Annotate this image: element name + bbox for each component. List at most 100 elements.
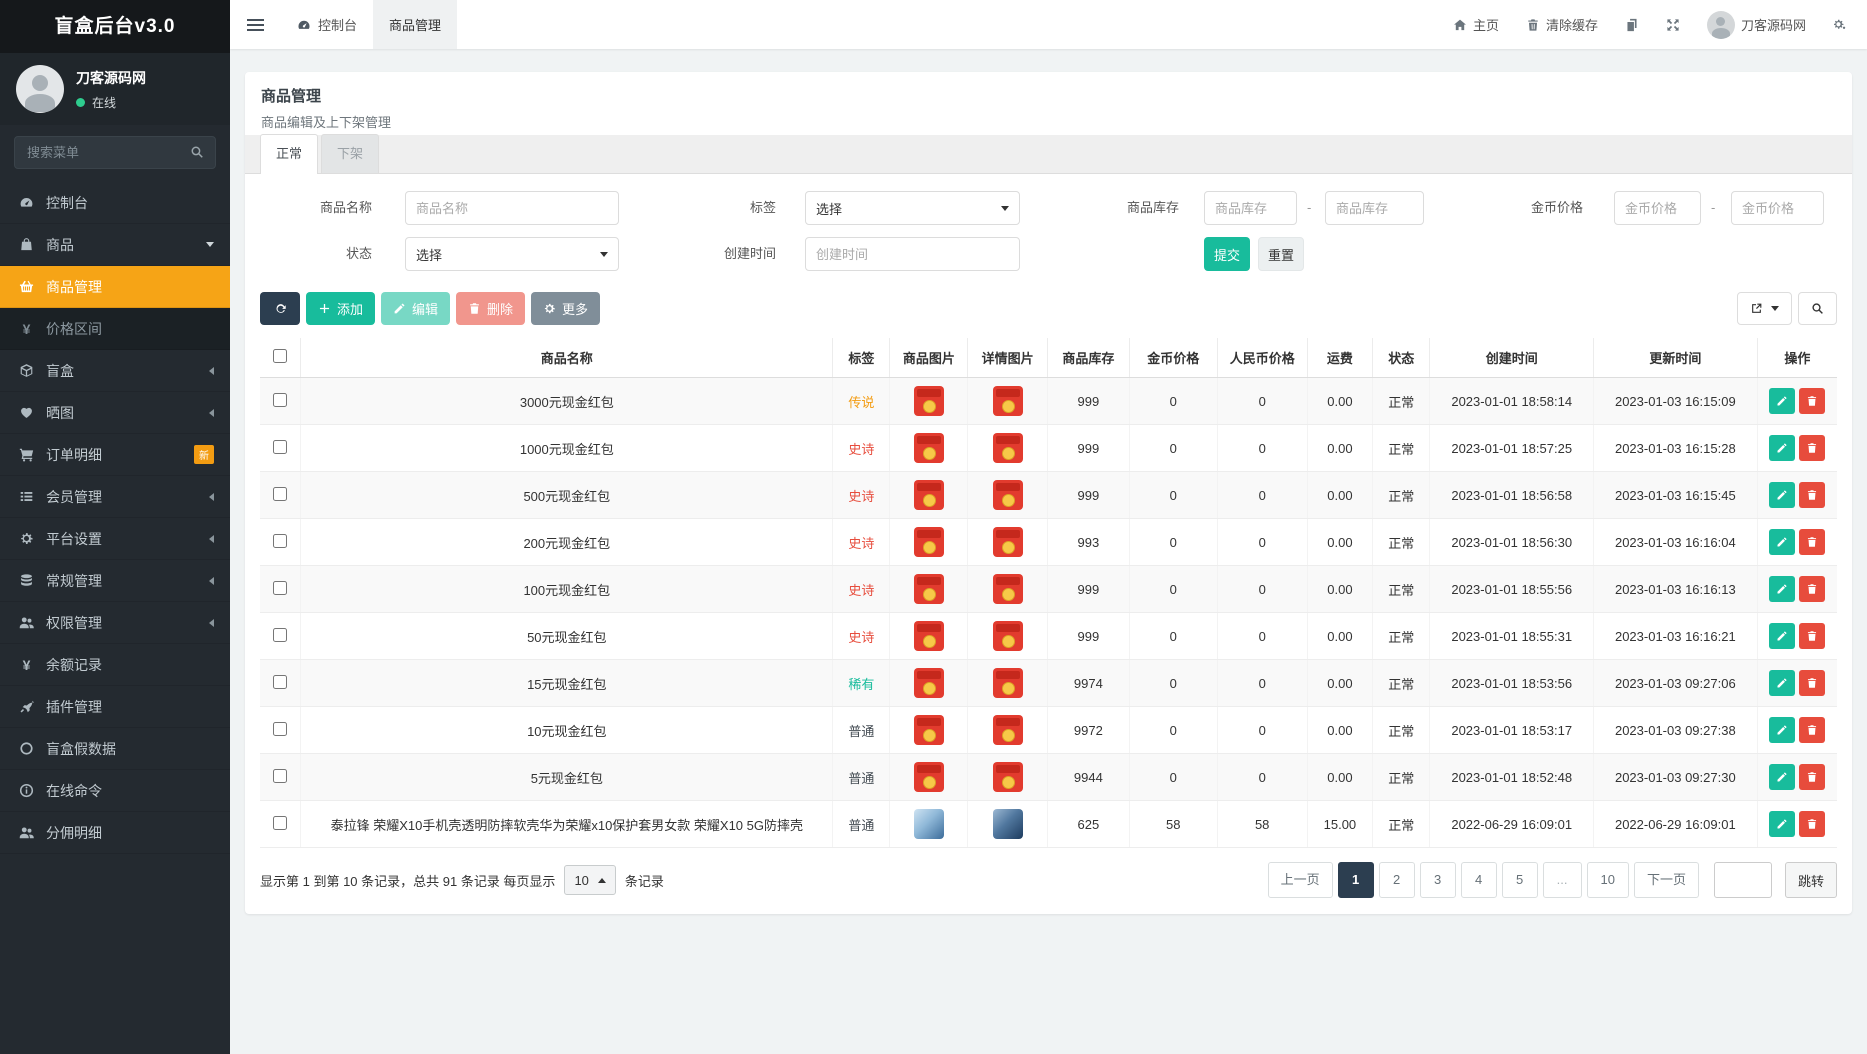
more-button[interactable]: 更多 <box>531 292 601 325</box>
filter-gold-max-input[interactable] <box>1731 191 1824 225</box>
edit-row-button[interactable] <box>1769 482 1796 508</box>
clear-cache-link[interactable]: 清除缓存 <box>1526 15 1598 34</box>
export-button[interactable] <box>1737 292 1792 325</box>
edit-row-button[interactable] <box>1769 717 1796 743</box>
submit-button[interactable]: 提交 <box>1204 237 1250 271</box>
row-checkbox[interactable] <box>273 486 288 501</box>
filter-gold-min-input[interactable] <box>1614 191 1701 225</box>
sidebar-item[interactable]: 分佣明细 <box>0 812 230 854</box>
delete-row-button[interactable] <box>1799 576 1826 602</box>
sidebar-item[interactable]: 订单明细新 <box>0 434 230 476</box>
edit-row-button[interactable] <box>1769 623 1796 649</box>
sidebar-item[interactable]: 插件管理 <box>0 686 230 728</box>
row-checkbox[interactable] <box>273 439 288 454</box>
detail-image[interactable] <box>992 433 1023 463</box>
detail-image[interactable] <box>992 527 1023 557</box>
sidebar-item[interactable]: 权限管理 <box>0 602 230 644</box>
page-button[interactable]: 5 <box>1501 862 1538 898</box>
filter-stock-min-input[interactable] <box>1204 191 1297 225</box>
edit-row-button[interactable] <box>1769 670 1796 696</box>
next-page-button[interactable]: 下一页 <box>1633 862 1699 898</box>
page-button[interactable]: 1 <box>1337 862 1374 898</box>
delete-row-button[interactable] <box>1799 529 1826 555</box>
hamburger-icon[interactable] <box>230 16 281 34</box>
product-image[interactable] <box>913 809 944 839</box>
filter-tag-select[interactable]: 选择 <box>805 191 1020 225</box>
detail-image[interactable] <box>992 715 1023 745</box>
detail-image[interactable] <box>992 386 1023 416</box>
sidebar-item[interactable]: 控制台 <box>0 182 230 224</box>
sidebar-item[interactable]: 会员管理 <box>0 476 230 518</box>
product-image[interactable] <box>913 527 944 557</box>
topbar-tab[interactable]: 商品管理 <box>373 0 458 49</box>
select-all-checkbox[interactable] <box>273 349 288 363</box>
row-checkbox[interactable] <box>273 721 288 736</box>
product-image[interactable] <box>913 715 944 745</box>
page-button[interactable]: 2 <box>1378 862 1415 898</box>
sidebar-item[interactable]: 盲盒假数据 <box>0 728 230 770</box>
sidebar-item[interactable]: 平台设置 <box>0 518 230 560</box>
add-button[interactable]: 添加 <box>306 292 376 325</box>
edit-row-button[interactable] <box>1769 764 1796 790</box>
copy-icon[interactable] <box>1625 18 1639 32</box>
jump-page-input[interactable] <box>1713 862 1772 898</box>
jump-button[interactable]: 跳转 <box>1784 862 1837 898</box>
menu-search-input[interactable] <box>14 136 216 169</box>
filter-created-input[interactable] <box>805 237 1020 271</box>
edit-button[interactable]: 编辑 <box>381 292 451 325</box>
product-image[interactable] <box>913 480 944 510</box>
page-size-select[interactable]: 10 <box>564 865 616 895</box>
page-button[interactable]: 4 <box>1460 862 1497 898</box>
delete-row-button[interactable] <box>1799 717 1826 743</box>
delete-row-button[interactable] <box>1799 435 1826 461</box>
filter-stock-max-input[interactable] <box>1325 191 1424 225</box>
sidebar-item[interactable]: 盲盒 <box>0 350 230 392</box>
filter-status-select[interactable]: 选择 <box>405 237 619 271</box>
row-checkbox[interactable] <box>273 392 288 407</box>
row-checkbox[interactable] <box>273 815 288 830</box>
sidebar-item[interactable]: ¥ 价格区间 <box>0 308 230 350</box>
sidebar-item[interactable]: 商品 <box>0 224 230 266</box>
delete-row-button[interactable] <box>1799 482 1826 508</box>
detail-image[interactable] <box>992 480 1023 510</box>
home-link[interactable]: 主页 <box>1453 15 1499 34</box>
sidebar-item[interactable]: 商品管理 <box>0 266 230 308</box>
detail-image[interactable] <box>992 762 1023 792</box>
status-tab[interactable]: 正常 <box>260 134 319 174</box>
edit-row-button[interactable] <box>1769 388 1796 414</box>
detail-image[interactable] <box>992 809 1023 839</box>
sidebar-item[interactable]: 晒图 <box>0 392 230 434</box>
page-button[interactable]: 10 <box>1586 862 1629 898</box>
avatar[interactable] <box>16 65 64 113</box>
product-image[interactable] <box>913 621 944 651</box>
refresh-button[interactable] <box>260 292 300 325</box>
edit-row-button[interactable] <box>1769 435 1796 461</box>
sidebar-item[interactable]: 常规管理 <box>0 560 230 602</box>
delete-row-button[interactable] <box>1799 764 1826 790</box>
app-logo[interactable]: 盲盒后台v3.0 <box>0 0 230 53</box>
prev-page-button[interactable]: 上一页 <box>1267 862 1333 898</box>
search-toggle-button[interactable] <box>1798 292 1837 325</box>
detail-image[interactable] <box>992 574 1023 604</box>
edit-row-button[interactable] <box>1769 811 1796 837</box>
filter-name-input[interactable] <box>405 191 619 225</box>
row-checkbox[interactable] <box>273 627 288 642</box>
product-image[interactable] <box>913 762 944 792</box>
detail-image[interactable] <box>992 668 1023 698</box>
topbar-tab[interactable]: 控制台 <box>281 0 373 49</box>
product-image[interactable] <box>913 668 944 698</box>
product-image[interactable] <box>913 386 944 416</box>
sidebar-item[interactable]: 在线命令 <box>0 770 230 812</box>
edit-row-button[interactable] <box>1769 576 1796 602</box>
settings-gears-icon[interactable] <box>1833 18 1847 32</box>
row-checkbox[interactable] <box>273 674 288 689</box>
delete-row-button[interactable] <box>1799 388 1826 414</box>
row-checkbox[interactable] <box>273 580 288 595</box>
page-button[interactable]: ... <box>1542 862 1582 898</box>
product-image[interactable] <box>913 433 944 463</box>
edit-row-button[interactable] <box>1769 529 1796 555</box>
delete-row-button[interactable] <box>1799 623 1826 649</box>
topbar-user[interactable]: 刀客源码网 <box>1706 10 1806 39</box>
row-checkbox[interactable] <box>273 533 288 548</box>
delete-button[interactable]: 删除 <box>456 292 526 325</box>
